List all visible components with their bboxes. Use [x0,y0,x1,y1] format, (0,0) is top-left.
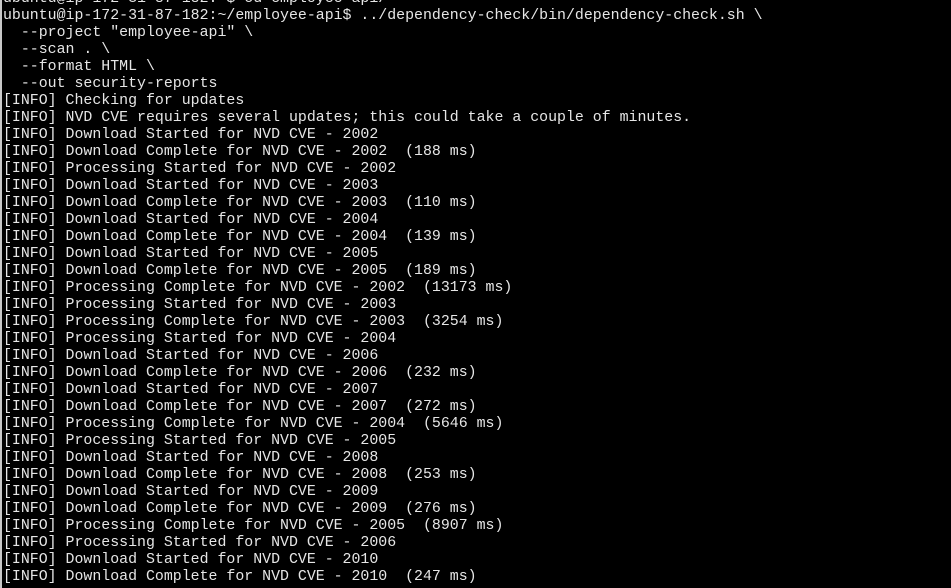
log-line: [INFO] Processing Started for NVD CVE - … [3,331,397,347]
command-continuation-line: --scan . \ [3,42,111,58]
command-continuation-line: --out security-reports [3,76,218,92]
log-line: [INFO] Download Complete for NVD CVE - 2… [3,399,477,415]
log-line: [INFO] Download Started for NVD CVE - 20… [3,178,379,194]
log-line: [INFO] Download Started for NVD CVE - 20… [3,212,379,228]
log-line: [INFO] Download Complete for NVD CVE - 2… [3,229,477,245]
log-line: [INFO] Download Started for NVD CVE - 20… [3,246,379,262]
log-line: [INFO] Download Complete for NVD CVE - 2… [3,501,477,517]
log-line: [INFO] Download Started for NVD CVE - 20… [3,552,379,568]
log-line: [INFO] Download Complete for NVD CVE - 2… [3,365,477,381]
terminal-window[interactable]: ubuntu@ip-172-31-87-182:~$ cd employee-a… [0,0,951,588]
log-line: [INFO] NVD CVE requires several updates;… [3,110,692,126]
log-line: [INFO] Processing Started for NVD CVE - … [3,161,397,177]
log-line: [INFO] Processing Started for NVD CVE - … [3,297,397,313]
log-line: [INFO] Checking for updates [3,93,245,109]
log-line: [INFO] Download Started for NVD CVE - 20… [3,348,379,364]
log-line: [INFO] Processing Complete for NVD CVE -… [3,314,504,330]
shell-prompt-line: ubuntu@ip-172-31-87-182:~$ cd employee-a… [3,0,763,8]
command-continuation-line: --format HTML \ [3,59,155,75]
terminal-output: ubuntu@ip-172-31-87-182:~$ cd employee-a… [3,0,763,586]
log-line: [INFO] Processing Started for NVD CVE - … [3,433,397,449]
log-line: [INFO] Download Complete for NVD CVE - 2… [3,467,477,483]
shell-prompt-line: ubuntu@ip-172-31-87-182:~/employee-api$ … [3,8,763,24]
log-line: [INFO] Download Started for NVD CVE - 20… [3,484,379,500]
log-line: [INFO] Download Complete for NVD CVE - 2… [3,569,477,585]
log-line: [INFO] Download Started for NVD CVE - 20… [3,450,379,466]
log-line: [INFO] Download Complete for NVD CVE - 2… [3,144,477,160]
log-line: [INFO] Download Started for NVD CVE - 20… [3,127,379,143]
log-line: [INFO] Processing Complete for NVD CVE -… [3,280,513,296]
log-line: [INFO] Download Complete for NVD CVE - 2… [3,263,477,279]
command-continuation-line: --project "employee-api" \ [3,25,254,41]
log-line: [INFO] Processing Complete for NVD CVE -… [3,518,504,534]
log-line: [INFO] Download Started for NVD CVE - 20… [3,382,379,398]
log-line: [INFO] Processing Started for NVD CVE - … [3,535,397,551]
log-line: [INFO] Download Complete for NVD CVE - 2… [3,195,477,211]
log-line: [INFO] Processing Complete for NVD CVE -… [3,416,504,432]
